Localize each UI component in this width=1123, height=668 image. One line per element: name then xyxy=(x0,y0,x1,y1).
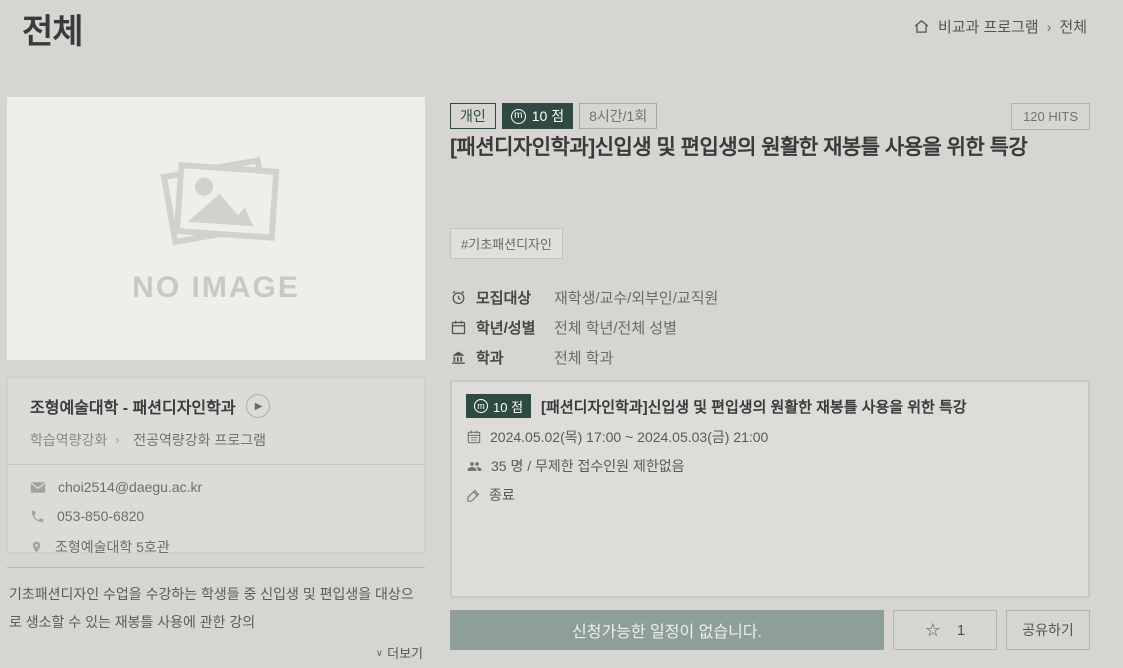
schedule-date-row: 2024.05.02(목) 17:00 ~ 2024.05.03(금) 21:0… xyxy=(466,427,1074,447)
bank-icon xyxy=(450,349,467,366)
badge-row: 개인 m 10 점 8시간/1회 120 HITS xyxy=(450,103,1090,129)
calendar-icon xyxy=(466,429,482,445)
mileage-icon: m xyxy=(474,399,488,413)
organizer-card: 조형예술대학 - 패션디자인학과 ▶ 학습역량강화 › 전공역량강화 프로그램 … xyxy=(7,377,425,553)
show-more-button[interactable]: ∨ 더보기 xyxy=(9,640,423,668)
schedule-title: [패션디자인학과]신입생 및 편입생의 원활한 재봉틀 사용을 위한 특강 xyxy=(541,396,967,417)
apply-disabled-button: 신청가능한 일정이 없습니다. xyxy=(450,610,884,650)
contact-email[interactable]: choi2514@daegu.ac.kr xyxy=(58,479,202,495)
favorite-button[interactable]: ☆ 1 xyxy=(893,610,997,650)
detail-label-department: 학과 xyxy=(476,347,504,368)
schedule-status-row: 종료 xyxy=(466,485,1074,505)
play-button[interactable]: ▶ xyxy=(246,394,270,418)
tag-chip[interactable]: #기초패션디자인 xyxy=(450,228,563,259)
detail-row-target: 모집대상 재학생/교수/외부인/교직원 xyxy=(450,287,1090,308)
favorite-count: 1 xyxy=(957,622,965,639)
badge-type: 개인 xyxy=(450,103,496,129)
detail-value-target: 재학생/교수/외부인/교직원 xyxy=(554,287,718,308)
pen-icon xyxy=(466,488,481,503)
program-title: [패션디자인학과]신입생 및 편입생의 원활한 재봉틀 사용을 위한 특강 xyxy=(450,131,1070,161)
detail-label-target: 모집대상 xyxy=(476,287,531,308)
breadcrumb-item-current: 전체 xyxy=(1059,16,1087,37)
no-image-icon xyxy=(151,152,281,257)
category-child[interactable]: 전공역량강화 프로그램 xyxy=(133,430,266,450)
clock-icon xyxy=(450,289,467,306)
calendar-icon xyxy=(450,319,467,336)
people-icon xyxy=(466,459,483,474)
show-more-label: 더보기 xyxy=(387,640,423,668)
star-icon: ☆ xyxy=(925,620,941,641)
organizer-name: 조형예술대학 - 패션디자인학과 xyxy=(30,394,236,418)
page-title: 전체 xyxy=(22,4,83,53)
contact-email-row: choi2514@daegu.ac.kr xyxy=(30,479,402,495)
program-image-placeholder: NO IMAGE xyxy=(7,97,425,360)
schedule-status: 종료 xyxy=(489,485,515,505)
schedule-points-badge: m 10 점 xyxy=(466,394,531,418)
email-icon xyxy=(30,481,46,494)
chevron-down-icon: ∨ xyxy=(376,640,383,668)
schedule-card[interactable]: m 10 점 [패션디자인학과]신입생 및 편입생의 원활한 재봉틀 사용을 위… xyxy=(450,380,1090,598)
location-icon xyxy=(30,539,43,555)
hits-badge: 120 HITS xyxy=(1011,103,1090,130)
badge-duration: 8시간/1회 xyxy=(579,103,657,129)
share-button[interactable]: 공유하기 xyxy=(1006,610,1090,650)
contact-location-row: 조형예술대학 5호관 xyxy=(30,537,402,557)
contact-location: 조형예술대학 5호관 xyxy=(55,537,170,557)
schedule-date: 2024.05.02(목) 17:00 ~ 2024.05.03(금) 21:0… xyxy=(490,427,768,447)
breadcrumb-item-program[interactable]: 비교과 프로그램 xyxy=(938,16,1039,37)
home-icon[interactable] xyxy=(913,18,930,35)
badge-points: m 10 점 xyxy=(502,103,573,129)
action-bar: 신청가능한 일정이 없습니다. ☆ 1 공유하기 xyxy=(450,610,1090,650)
detail-label-grade-gender: 학년/성별 xyxy=(476,317,535,338)
category-separator-icon: › xyxy=(115,433,119,447)
schedule-capacity: 35 명 / 무제한 접수인원 제한없음 xyxy=(491,456,684,476)
breadcrumb: 비교과 프로그램 › 전체 xyxy=(913,16,1087,37)
no-image-label: NO IMAGE xyxy=(132,271,300,305)
schedule-capacity-row: 35 명 / 무제한 접수인원 제한없음 xyxy=(466,456,1074,476)
detail-value-department: 전체 학과 xyxy=(554,347,613,368)
mileage-icon: m xyxy=(511,109,526,124)
badge-points-label: 10 점 xyxy=(532,106,564,126)
category-parent[interactable]: 학습역량강화 xyxy=(30,430,107,450)
detail-row-grade-gender: 학년/성별 전체 학년/전체 성별 xyxy=(450,317,1090,338)
contact-phone-row: 053-850-6820 xyxy=(30,508,402,524)
contact-phone[interactable]: 053-850-6820 xyxy=(57,508,144,524)
detail-row-department: 학과 전체 학과 xyxy=(450,347,1090,368)
program-details: 모집대상 재학생/교수/외부인/교직원 학년/성별 전체 학년/전체 성별 학과… xyxy=(450,287,1090,368)
detail-value-grade-gender: 전체 학년/전체 성별 xyxy=(554,317,677,338)
phone-icon xyxy=(30,509,45,524)
schedule-points-label: 10 점 xyxy=(493,397,523,416)
breadcrumb-separator: › xyxy=(1047,19,1052,35)
program-description: 기초패션디자인 수업을 수강하는 학생들 중 신입생 및 편입생을 대상으로 생… xyxy=(7,567,425,668)
description-text: 기초패션디자인 수업을 수강하는 학생들 중 신입생 및 편입생을 대상으로 생… xyxy=(9,580,423,636)
